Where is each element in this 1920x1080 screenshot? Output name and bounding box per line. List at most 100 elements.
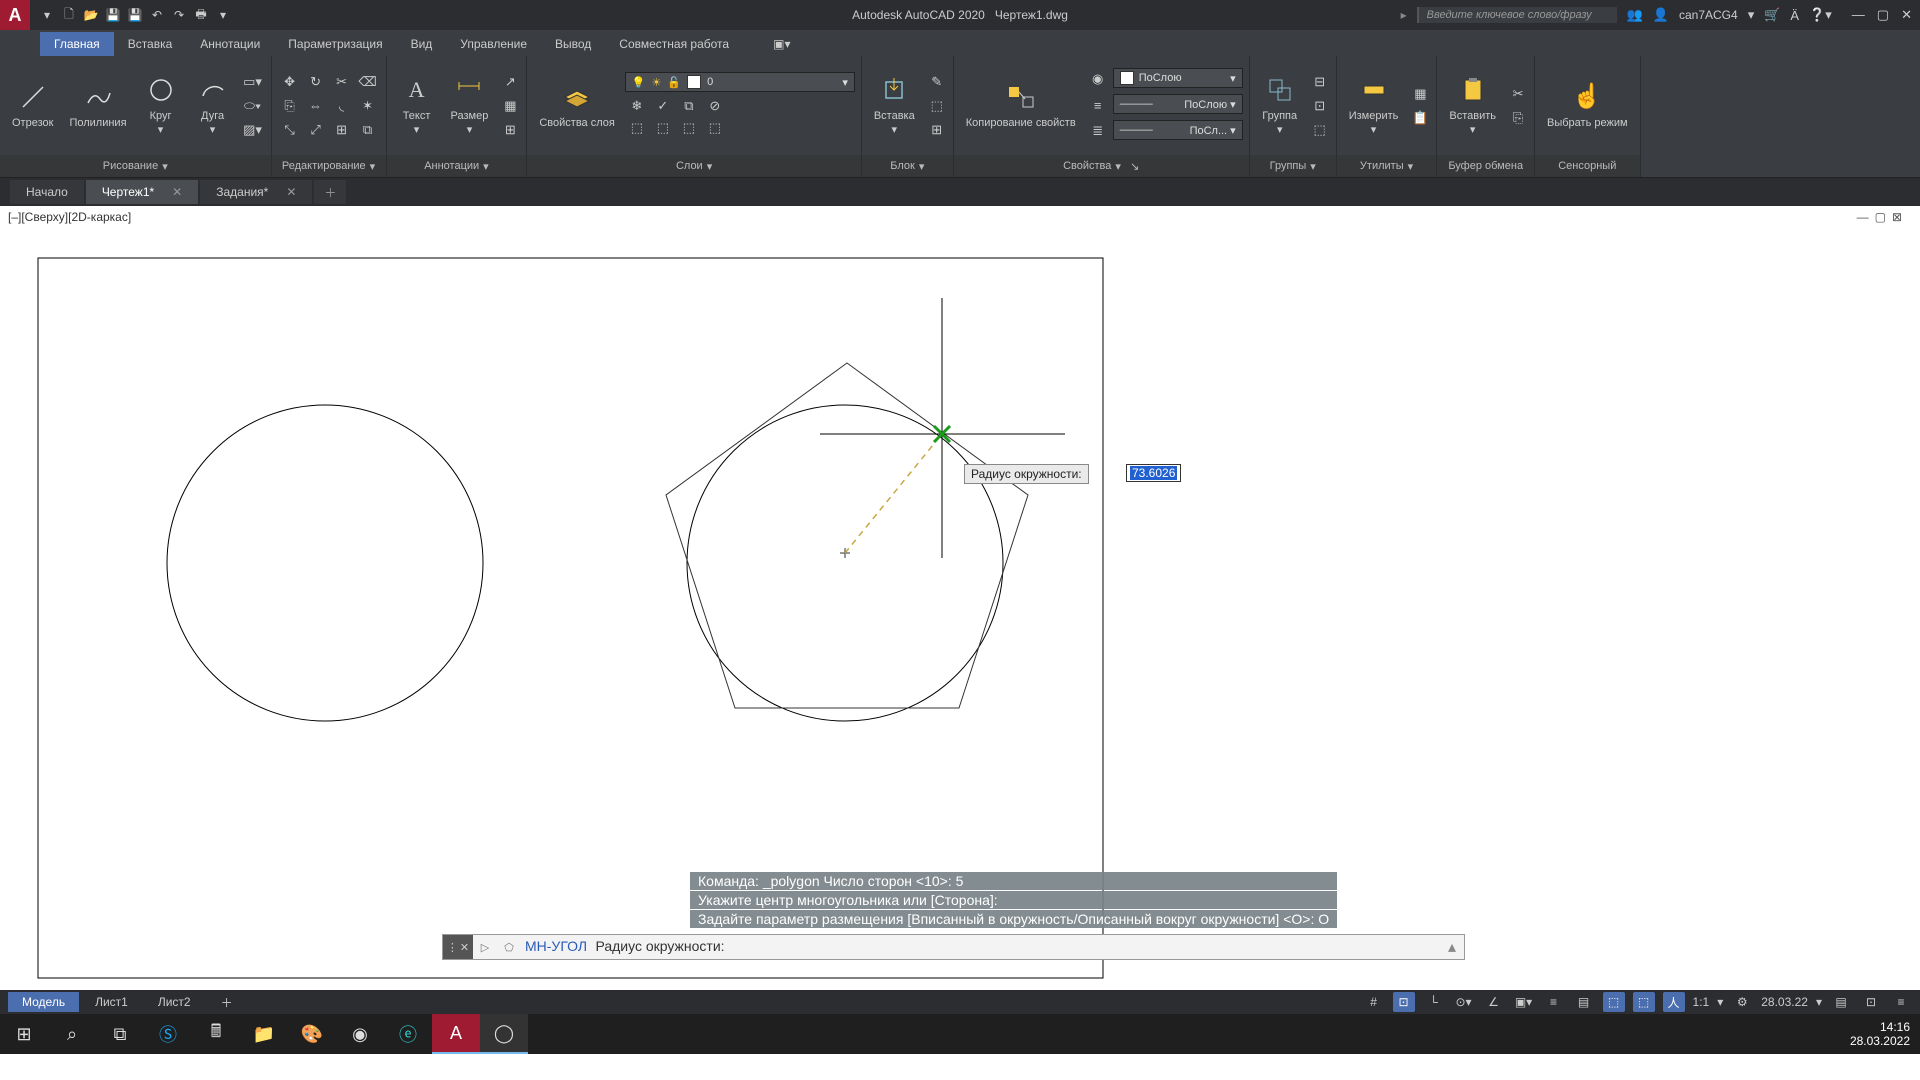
leader-icon[interactable]: ↗ [498,71,522,93]
command-input[interactable]: МН-УГОЛ Радиус окружности: [521,938,725,956]
cut-icon[interactable]: ✂ [1506,83,1530,105]
3dosnap-icon[interactable]: ⬚ [1633,992,1655,1012]
tab-home[interactable]: Главная [40,32,114,56]
maximize-icon[interactable]: ▢ [1877,7,1889,23]
qat-menu-icon[interactable]: ▾ [38,6,56,24]
user-icon[interactable]: 👤 [1653,7,1669,23]
block-attr-icon[interactable]: ⬚ [925,95,949,117]
circle-button[interactable]: Круг▾ [137,72,185,138]
selcycle-icon[interactable]: ⬚ [1603,992,1625,1012]
skype-icon[interactable]: Ⓢ [144,1014,192,1054]
trim-icon[interactable]: ✂ [330,71,354,93]
new-icon[interactable]: 🗋 [60,6,78,24]
mirror-icon[interactable]: ⇔ [304,95,328,117]
app-logo[interactable]: A [0,0,30,30]
ungroup-icon[interactable]: ⊟ [1308,71,1332,93]
group-edit-icon[interactable]: ⊡ [1308,95,1332,117]
cmdbar-handle[interactable]: ⋮✕ [443,935,473,959]
settings-icon[interactable]: ⚙ [1731,992,1753,1012]
save-icon[interactable]: 💾 [104,6,122,24]
calculator-icon[interactable]: 🖩 [192,1014,240,1054]
ortho-icon[interactable]: └ [1423,992,1445,1012]
cmdbar-expand-icon[interactable]: ▴ [1440,937,1464,957]
touch-select-button[interactable]: ☝Выбрать режим [1541,79,1634,132]
copy-icon[interactable]: ⎘ [278,95,302,117]
tab-view[interactable]: Вид [397,32,447,56]
tab-collab[interactable]: Совместная работа [605,32,743,56]
cmdbar-chevron-icon[interactable]: ▷ [473,941,497,954]
block-edit-icon[interactable]: ✎ [925,71,949,93]
autocad-task-icon[interactable]: A [432,1014,480,1054]
panel-layers-title[interactable]: Слои ▾ [527,155,860,177]
panel-groups-title[interactable]: Группы ▾ [1250,155,1336,177]
qat-more-icon[interactable]: ▾ [214,6,232,24]
ellipse-icon[interactable]: ⬭▾ [241,95,265,117]
tab-annotate[interactable]: Аннотации [186,32,274,56]
angle-icon[interactable]: ∠ [1483,992,1505,1012]
search-input[interactable]: Введите ключевое слово/фразу [1417,7,1617,23]
layer-icon7[interactable]: ⬚ [677,117,701,139]
layer-icon2[interactable]: ✓ [651,95,675,117]
rect-icon[interactable]: ▭▾ [241,71,265,93]
layer-icon1[interactable]: ❄ [625,95,649,117]
panel-annot-title[interactable]: Аннотации ▾ [387,155,527,177]
block-create-icon[interactable]: ⊞ [925,119,949,141]
polyline-button[interactable]: Полилиния [63,79,132,132]
osnap-icon[interactable]: ▣▾ [1513,992,1535,1012]
username[interactable]: can7ACG4 [1679,8,1738,22]
filetab-close-icon[interactable]: ✕ [286,185,296,199]
layer-icon3[interactable]: ⧉ [677,95,701,117]
signin-icon[interactable]: 👥 [1627,7,1643,23]
fillet-icon[interactable]: ◟ [330,95,354,117]
layer-icon4[interactable]: ⊘ [703,95,727,117]
array-icon[interactable]: ⊞ [330,119,354,141]
edge-icon[interactable]: ⓔ [384,1014,432,1054]
util-icon2[interactable]: 📋 [1408,107,1432,129]
polar-icon[interactable]: ⊙▾ [1453,992,1475,1012]
hatch-icon[interactable]: ▨▾ [241,119,265,141]
obs-icon[interactable]: ◯ [480,1014,528,1054]
color-selector[interactable]: ПоСлою▾ [1113,68,1243,88]
taskbar-date[interactable]: 28.03.2022 [1850,1034,1910,1048]
dynucs-icon[interactable]: 人 [1663,992,1685,1012]
redo-icon[interactable]: ↷ [170,6,188,24]
search-icon[interactable]: ⌕ [48,1014,96,1054]
util-icon1[interactable]: ▦ [1408,83,1432,105]
measure-button[interactable]: Измерить▾ [1343,72,1405,138]
vp-close-icon[interactable]: ⊠ [1892,210,1902,224]
layout-tab-add[interactable]: ＋ [207,991,247,1014]
saveas-icon[interactable]: 💾 [126,6,144,24]
scale-label[interactable]: 1:1 [1693,995,1710,1009]
help-icon[interactable]: ❔▾ [1809,7,1832,23]
line-button[interactable]: Отрезок [6,79,59,132]
start-button[interactable]: ⊞ [0,1014,48,1054]
filetab-tasks[interactable]: Задания*✕ [200,180,312,204]
linetype-selector[interactable]: ———ПоСл... ▾ [1113,120,1243,140]
paste-button[interactable]: Вставить▾ [1443,72,1502,138]
dim-button[interactable]: Размер▾ [445,72,495,138]
layer-selector[interactable]: 💡☀🔓 0 ▾ [625,72,855,92]
snap-icon[interactable]: ⊡ [1393,992,1415,1012]
layer-icon8[interactable]: ⬚ [703,117,727,139]
table-icon[interactable]: ▦ [498,95,522,117]
menu-icon[interactable]: ≡ [1890,992,1912,1012]
minimize-icon[interactable]: — [1852,7,1865,23]
arc-button[interactable]: Дуга▾ [189,72,237,138]
lineweight-icon[interactable]: ≡ [1086,94,1110,116]
close-icon[interactable]: ✕ [1901,7,1912,23]
layout-tab-sheet2[interactable]: Лист2 [144,992,205,1012]
tab-manage[interactable]: Управление [446,32,541,56]
open-icon[interactable]: 📂 [82,6,100,24]
match-props-button[interactable]: Копирование свойств [960,79,1082,132]
taskview-icon[interactable]: ⧉ [96,1014,144,1054]
lwt-icon[interactable]: ≡ [1543,992,1565,1012]
taskbar-time[interactable]: 14:16 [1850,1020,1910,1034]
group-button[interactable]: Группа▾ [1256,72,1304,138]
command-bar[interactable]: ⋮✕ ▷ ⬠ МН-УГОЛ Радиус окружности: ▴ [442,934,1465,960]
custom-icon[interactable]: ▤ [1830,992,1852,1012]
layout-tab-model[interactable]: Модель [8,992,79,1012]
drawing-canvas[interactable]: Радиус окружности: 73.6026 Команда: _pol… [0,228,1920,990]
chrome-icon[interactable]: ◉ [336,1014,384,1054]
tab-output[interactable]: Вывод [541,32,605,56]
linetype-icon[interactable]: ≣ [1086,120,1110,142]
